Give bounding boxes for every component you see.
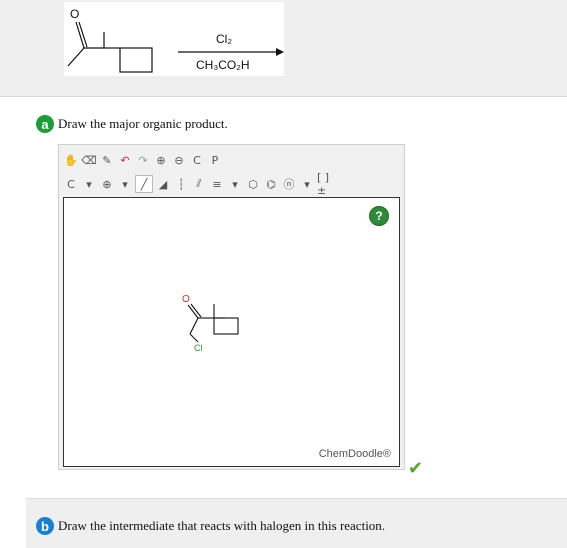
product-structure: O Cl: [182, 294, 239, 353]
pencil-icon[interactable]: ✎: [99, 152, 115, 168]
wedge-bond-icon[interactable]: ◢: [155, 176, 171, 192]
chevron-down-icon[interactable]: ▾: [299, 176, 315, 192]
bracket-button[interactable]: [ ]±: [317, 171, 333, 197]
single-bond-icon[interactable]: ╱: [135, 175, 153, 193]
toolbar-row-2: C ▾ ⊕ ▾ ╱ ◢ ┆ ⫽ ≡ ▾ ⬡ ⌬ ⓝ ▾ [ ]±: [59, 171, 404, 197]
part-b-prompt: Draw the intermediate that reacts with h…: [58, 518, 386, 533]
chevron-down-icon[interactable]: ▾: [117, 176, 133, 192]
benzene-icon[interactable]: ⌬: [263, 176, 279, 192]
ring-n-icon[interactable]: ⓝ: [281, 176, 297, 192]
chevron-down-icon[interactable]: ▾: [81, 176, 97, 192]
dash-bond-icon[interactable]: ┆: [173, 176, 189, 192]
triple-bond-icon[interactable]: ≡: [209, 176, 225, 192]
ring-icon[interactable]: ⬡: [245, 176, 261, 192]
reaction-panel: O Cl₂ CH₃CO₂H: [0, 0, 567, 97]
question-a: a Draw the major organic product.: [36, 114, 228, 134]
zoom-in-icon[interactable]: ⊕: [153, 152, 169, 168]
reagent-top: Cl₂: [216, 32, 232, 46]
hand-icon[interactable]: ✋: [63, 152, 79, 168]
charge-button[interactable]: ⊕: [99, 176, 115, 192]
eraser-icon[interactable]: ⌫: [81, 152, 97, 168]
part-a-badge: a: [36, 115, 54, 133]
paste-button[interactable]: P: [207, 152, 223, 168]
redo-icon[interactable]: ↷: [135, 152, 151, 168]
undo-icon[interactable]: ↶: [117, 152, 133, 168]
correct-check-icon: ✔: [408, 458, 424, 479]
help-button[interactable]: ?: [369, 206, 389, 226]
part-b-badge: b: [36, 517, 54, 535]
question-b: b Draw the intermediate that reacts with…: [36, 516, 385, 536]
element-picker[interactable]: C: [63, 176, 79, 192]
toolbar-row-1: ✋ ⌫ ✎ ↶ ↷ ⊕ ⊖ C P: [59, 149, 404, 171]
reactant-oxygen-label: O: [70, 7, 79, 21]
chemdoodle-brand: ChemDoodle®: [318, 448, 391, 460]
zoom-out-icon[interactable]: ⊖: [171, 152, 187, 168]
copy-button[interactable]: C: [189, 152, 205, 168]
drawing-canvas[interactable]: ? O Cl ChemDoodle®: [63, 197, 400, 467]
part-a-prompt: Draw the major organic product.: [58, 116, 228, 131]
reaction-svg: O: [67, 7, 284, 73]
reaction-scheme: O Cl₂ CH₃CO₂H: [64, 2, 284, 76]
chevron-down-icon[interactable]: ▾: [227, 176, 243, 192]
product-oxygen-label: O: [182, 294, 190, 305]
reagent-bottom: CH₃CO₂H: [196, 58, 250, 72]
double-bond-icon[interactable]: ⫽: [191, 176, 207, 192]
product-chlorine-label: Cl: [194, 343, 203, 353]
chemdoodle-editor: ✋ ⌫ ✎ ↶ ↷ ⊕ ⊖ C P C ▾ ⊕ ▾ ╱ ◢ ┆ ⫽ ≡ ▾ ⬡ …: [58, 144, 405, 470]
